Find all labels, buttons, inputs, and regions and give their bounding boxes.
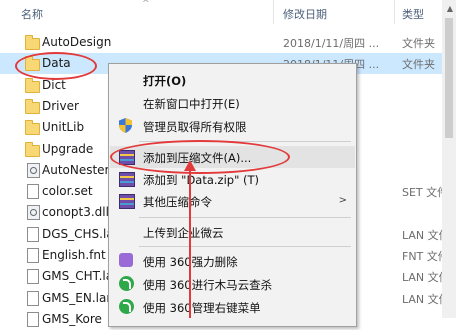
chevron-right-icon: > [338, 195, 347, 206]
menu-separator [139, 217, 351, 218]
scroll-up-icon[interactable]: ▲ [447, 4, 453, 13]
uac-shield-icon [119, 118, 132, 133]
file-row[interactable]: AutoDesign 2018/1/11/周四 ... 文件夹 [0, 32, 456, 53]
file-name: English.fnt [42, 248, 106, 262]
column-divider[interactable] [273, 0, 274, 24]
folder-icon [25, 98, 40, 114]
scrollbar-thumb[interactable] [445, 18, 453, 138]
winrar-archive-icon [119, 194, 135, 209]
settings-file-icon [27, 205, 40, 221]
annotation-arrow-shaft [189, 166, 191, 318]
file-name: UnitLib [42, 120, 85, 135]
highlight-oval-add-to-archive [110, 140, 290, 174]
column-header-row: 名称 修改日期 类型 ^ [0, 0, 456, 24]
menu-item-upload-weiyun[interactable]: 上传到企业微云 [110, 221, 355, 243]
menu-item-label: 添加到 "Data.zip" (T) [143, 173, 260, 187]
winrar-archive-icon [119, 172, 135, 187]
menu-item-open[interactable]: 打开(O) [110, 69, 355, 91]
file-icon [27, 248, 39, 263]
menu-item-360-trojan-scan[interactable]: 使用 360进行木马云查杀 [110, 273, 355, 295]
file-name: GMS_CHT.la [42, 269, 114, 284]
folder-icon [25, 120, 40, 136]
menu-item-label: 在新窗口中打开(E) [143, 97, 240, 111]
menu-item-admin-ownership[interactable]: 管理员取得所有权限 [110, 115, 355, 137]
menu-item-360-force-delete[interactable]: 使用 360强力删除 [110, 250, 355, 272]
file-name: AutoDesign [42, 35, 112, 49]
menu-separator [139, 246, 351, 247]
file-name: AutoNester [42, 162, 110, 177]
column-header-type[interactable]: 类型 [402, 6, 424, 22]
menu-item-label: 使用 360进行木马云查杀 [143, 278, 273, 292]
vertical-scrollbar[interactable]: ▲ [442, 0, 456, 318]
column-header-modified[interactable]: 修改日期 [283, 6, 327, 22]
file-icon [27, 269, 39, 285]
file-name: conopt3.dll [42, 205, 109, 220]
file-name: GMS_EN.lan [42, 290, 114, 305]
sort-chevron-icon: ^ [142, 0, 150, 9]
folder-icon [25, 141, 40, 157]
menu-item-label: 使用 360管理右键菜单 [143, 301, 261, 315]
file-name: DGS_CHS.la [42, 226, 114, 241]
menu-item-other-compress[interactable]: 其他压缩命令 > [110, 190, 355, 212]
file-icon [27, 290, 39, 306]
file-type: 文件夹 [402, 58, 435, 72]
file-icon [27, 311, 39, 327]
file-name: Driver [42, 98, 79, 113]
360-security-icon [119, 299, 134, 314]
file-icon [27, 226, 39, 242]
file-name: GMS_Kore [42, 311, 102, 326]
context-menu: 打开(O) 在新窗口中打开(E) 管理员取得所有权限 添加到压缩文件(A)...… [108, 63, 357, 327]
menu-item-label: 打开(O) [143, 74, 187, 88]
menu-item-label: 其他压缩命令 [143, 195, 212, 209]
file-name: color.set [42, 184, 93, 199]
file-name: Upgrade [42, 141, 94, 156]
highlight-oval-data-folder [15, 52, 97, 80]
file-modified-date: 2018/1/11/周四 ... [283, 37, 380, 50]
folder-icon [25, 77, 40, 93]
360-delete-icon [119, 253, 133, 267]
column-divider[interactable] [394, 0, 395, 24]
file-icon [27, 184, 39, 200]
column-header-name[interactable]: 名称 [21, 6, 43, 22]
menu-item-open-new-window[interactable]: 在新窗口中打开(E) [110, 92, 355, 114]
menu-item-label: 上传到企业微云 [143, 226, 224, 240]
360-security-icon [119, 276, 134, 291]
menu-item-label: 管理员取得所有权限 [143, 120, 247, 134]
folder-icon [25, 35, 40, 50]
menu-item-360-context-menu[interactable]: 使用 360管理右键菜单 [110, 296, 355, 318]
file-type: 文件夹 [402, 37, 435, 50]
settings-file-icon [27, 162, 40, 178]
annotation-arrow-head-icon [184, 160, 196, 171]
